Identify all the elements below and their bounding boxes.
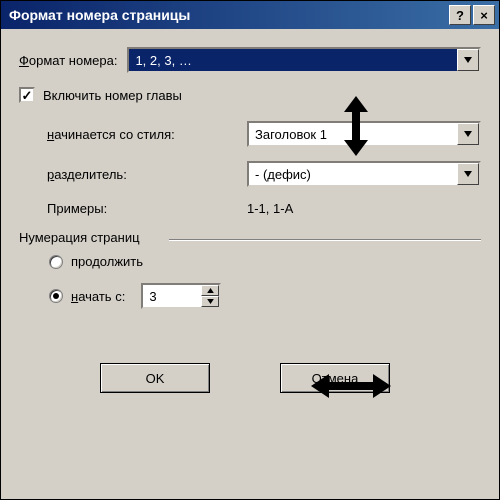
continue-label: продолжить [71,254,143,269]
close-icon: × [480,8,488,23]
chevron-down-icon [207,299,214,304]
examples-row: Примеры: 1-1, 1-A [19,201,481,216]
vertical-resize-arrow-icon [336,96,376,156]
include-chapter-checkbox[interactable]: ✓ [19,87,35,103]
start-at-label: начать с: [71,289,125,304]
start-at-radio-row[interactable]: начать с: [29,283,471,309]
numbering-legend: Нумерация страниц [19,230,148,245]
examples-label: Примеры: [47,201,247,216]
starts-with-label: начинается со стиля: [47,127,237,142]
include-chapter-label: Включить номер главы [43,88,182,103]
chevron-down-icon [464,57,472,63]
examples-value: 1-1, 1-A [247,201,293,216]
chevron-down-icon [464,131,472,137]
start-at-input[interactable] [143,285,201,307]
separator-dropdown-button[interactable] [457,163,479,185]
format-row: Формат номера: 1, 2, 3, … [19,47,481,73]
spin-up-button[interactable] [201,285,219,296]
include-chapter-row[interactable]: ✓ Включить номер главы [19,87,481,103]
format-dropdown[interactable]: 1, 2, 3, … [127,47,481,73]
start-at-radio[interactable] [49,289,63,303]
help-icon: ? [456,8,464,23]
close-button[interactable]: × [473,5,495,25]
format-label: Формат номера: [19,53,117,68]
button-row: OK Отмена [19,363,481,393]
chevron-down-icon [464,171,472,177]
separator-label: разделитель: [47,167,237,182]
ok-label: OK [146,371,165,386]
title-bar[interactable]: Формат номера страницы ? × [1,1,499,29]
continue-radio-row[interactable]: продолжить [29,254,471,269]
spin-down-button[interactable] [201,296,219,307]
radio-dot-icon [53,293,59,299]
spinner-buttons [201,285,219,307]
dialog-window: Формат номера страницы ? × Формат номера… [0,0,500,500]
continue-radio[interactable] [49,255,63,269]
starts-with-row: начинается со стиля: Заголовок 1 [19,121,481,147]
ok-button[interactable]: OK [100,363,210,393]
separator-value: - (дефис) [249,163,457,185]
fieldset-rule [169,239,481,241]
help-button[interactable]: ? [449,5,471,25]
chevron-up-icon [207,288,214,293]
format-value: 1, 2, 3, … [129,49,457,71]
dialog-content: Формат номера: 1, 2, 3, … ✓ Включить ном… [1,29,499,403]
start-at-spinner[interactable] [141,283,221,309]
separator-row: разделитель: - (дефис) [19,161,481,187]
checkmark-icon: ✓ [22,89,33,102]
horizontal-resize-arrow-icon [311,372,391,400]
numbering-fieldset: Нумерация страниц продолжить начать с: [19,230,481,333]
starts-with-dropdown-button[interactable] [457,123,479,145]
separator-dropdown[interactable]: - (дефис) [247,161,481,187]
window-title: Формат номера страницы [9,7,447,23]
format-dropdown-button[interactable] [457,49,479,71]
